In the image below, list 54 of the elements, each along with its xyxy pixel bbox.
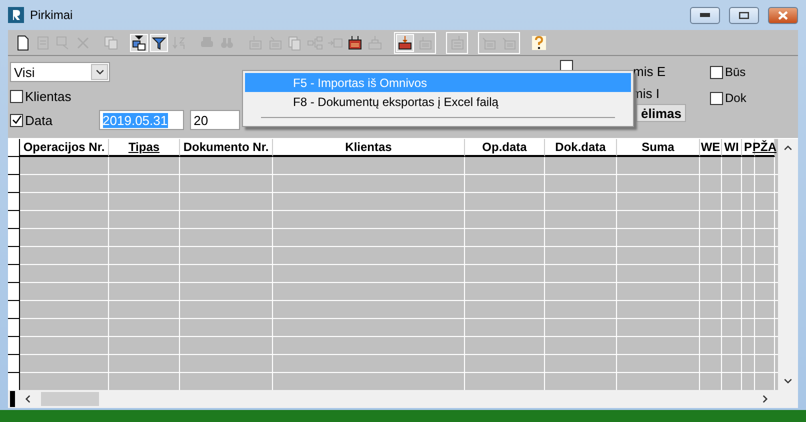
close-icon [778,10,788,20]
checkbox-label: mis E [633,62,666,80]
column-header[interactable]: WI [722,139,742,157]
dropdown-button[interactable] [91,64,108,80]
date-field[interactable]: 20 [190,110,240,130]
windows-icon [131,35,147,51]
close-button[interactable] [768,6,798,24]
horizontal-scrollbar[interactable] [8,390,798,408]
checkbox[interactable] [710,92,723,104]
column-header[interactable]: Tipas [109,139,180,157]
minimize-button[interactable] [690,6,720,24]
window-title: Pirkimai [30,8,74,22]
checkbox-label: Būs [725,65,746,79]
column-header[interactable]: Op.data [465,139,545,157]
chevron-down-icon [783,376,793,386]
toolbar-button[interactable] [346,34,364,52]
maximize-icon [739,12,749,18]
help-icon [531,35,547,51]
checkbox-label: Data [25,112,52,128]
menu-item[interactable]: F8 - Dokumentų eksportas į Excel failą [245,92,631,111]
minimize-icon [700,13,710,17]
column-header[interactable]: Dokumento Nr. [180,139,273,157]
app-logo-icon [8,7,24,23]
document-icon [15,35,31,51]
checkbox-label: Klientas [25,88,72,104]
scrollbar-thumb[interactable] [41,392,99,406]
checkbox[interactable] [10,90,23,102]
row-marker [10,391,15,407]
tray-icon [397,35,413,51]
maximize-button[interactable] [729,6,759,24]
checkbox[interactable] [710,66,723,78]
calendar-icon [347,35,363,51]
pages-icon [287,35,303,51]
toolbar-button[interactable] [396,34,414,52]
column-header[interactable]: PŽA [755,139,775,157]
type-dropdown[interactable]: Visi [10,62,110,82]
chevron-up-icon [783,143,793,153]
column-header[interactable]: WE [700,139,722,157]
chevron-right-icon [760,394,770,404]
column-header[interactable]: Dok.data [545,139,617,157]
filter-icon [151,35,167,51]
toolbar-button[interactable] [130,34,148,52]
check-icon [12,115,22,125]
checkbox-label: Dok [725,91,746,105]
column-header[interactable]: Klientas [273,139,465,157]
chevron-down-icon [94,67,104,77]
column-header[interactable]: Operacijos Nr. [20,139,109,157]
vertical-scrollbar[interactable] [778,139,798,390]
toolbar-button[interactable] [150,34,168,52]
action-button[interactable]: ėlimas [636,104,686,122]
checkbox[interactable] [10,114,23,126]
column-header[interactable]: Suma [617,139,700,157]
chevron-left-icon [23,394,33,404]
copy-icon [103,35,119,51]
